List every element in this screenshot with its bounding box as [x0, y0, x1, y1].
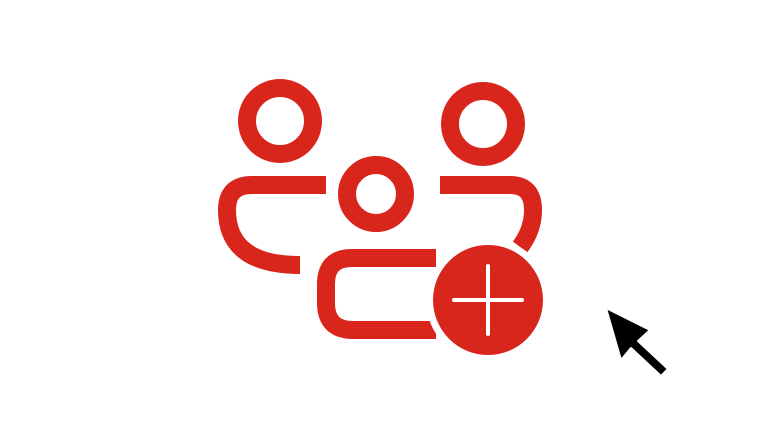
plus-badge-icon	[426, 238, 550, 360]
canvas	[0, 0, 768, 432]
left-person-icon	[218, 79, 326, 274]
add-group-icon[interactable]	[200, 70, 560, 360]
right-person-icon	[440, 82, 542, 253]
add-group-svg	[218, 79, 550, 360]
center-person-icon	[317, 156, 436, 339]
mouse-cursor-icon	[598, 300, 678, 380]
cursor-svg	[605, 307, 669, 377]
